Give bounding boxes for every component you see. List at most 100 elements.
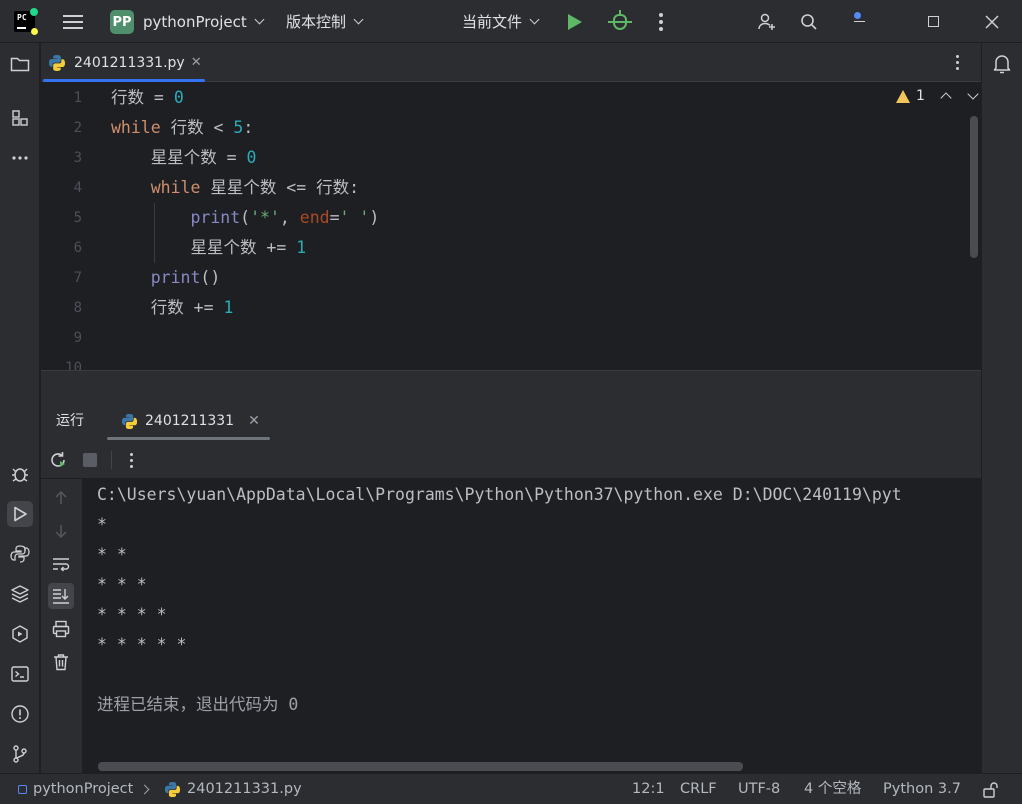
terminal-tool-button[interactable] [7,661,33,687]
indent-setting[interactable]: 4 个空格 [804,774,861,804]
problems-tool-button[interactable] [7,701,33,727]
user-add-icon [758,13,775,30]
run-panel-header: 运行 2401211331 ✕ [41,401,981,441]
console-horizontal-scrollbar[interactable] [98,762,743,771]
run-tab[interactable]: 2401211331 ✕ [107,401,270,441]
window-close-button[interactable] [969,0,1015,43]
breadcrumb-file[interactable]: 2401211331.py [164,774,302,804]
tab-close-icon[interactable]: ✕ [248,413,260,429]
window-maximize-button[interactable] [910,0,956,43]
code-line: 星星个数 += 1 [111,238,307,257]
code-with-me-button[interactable] [757,0,777,43]
line-separator[interactable]: CRLF [680,774,717,804]
python-packages-button[interactable] [7,581,33,607]
console-output[interactable]: C:\Users\yuan\AppData\Local\Programs\Pyt… [82,479,981,773]
search-icon [801,13,817,30]
services-tool-button[interactable] [7,621,33,647]
code-line: 星星个数 = 0 [111,148,257,167]
chevron-down-icon [254,14,265,24]
console-line: * * [97,545,127,564]
printer-icon [52,620,70,638]
run-more-button[interactable] [120,449,142,471]
problems-icon [11,705,29,723]
code-line: print() [150,268,221,287]
caret-position[interactable]: 12:1 [632,774,665,804]
ellipsis-icon [12,156,28,160]
active-tab-indicator [107,437,270,440]
vcs-widget[interactable]: 版本控制 [286,0,364,43]
python-interpreter[interactable]: Python 3.7 [883,774,961,804]
run-button[interactable] [568,0,586,43]
code-line: 行数 += 1 [111,298,234,317]
print-button[interactable] [48,616,74,642]
file-encoding[interactable]: UTF-8 [738,774,780,804]
python-console-button[interactable] [7,541,33,567]
clear-all-button[interactable] [48,649,74,675]
line-number: 4 [73,180,82,196]
editor-tab[interactable]: 2401211331.py ✕ [43,43,205,82]
tab-options-button[interactable] [951,43,963,82]
project-name: pythonProject [143,12,247,31]
run-tool-button[interactable] [7,501,33,527]
rerun-button[interactable] [47,449,69,471]
scroll-up-button[interactable] [48,485,74,511]
python-file-icon [121,413,138,429]
tab-close-icon[interactable]: ✕ [191,55,202,70]
python-file-icon [49,54,65,71]
module-icon [18,785,27,794]
next-highlight-icon[interactable] [967,88,979,100]
structure-icon [12,110,28,126]
scroll-to-end-icon [53,589,69,604]
chevron-right-icon [139,784,150,795]
run-config-selector[interactable]: 当前文件 [462,0,540,43]
structure-tool-button[interactable] [7,105,33,131]
git-tool-button[interactable] [7,741,33,767]
line-number: 9 [73,330,82,346]
breadcrumb-separator [139,774,150,804]
breadcrumb-file-label: 2401211331.py [187,781,302,797]
debug-button[interactable] [608,0,632,43]
search-everywhere-button[interactable] [800,0,818,43]
run-config-label: 当前文件 [462,13,523,31]
line-number: 10 [65,360,82,370]
bell-icon [993,55,1011,74]
debug-tool-button[interactable] [7,461,33,487]
editor-tab-label: 2401211331.py [74,54,185,71]
project-badge-icon[interactable]: PP [110,10,134,34]
python-console-icon [10,545,30,563]
editor-vertical-scrollbar[interactable] [970,116,978,258]
line-number: 3 [73,150,82,166]
run-outline-icon [14,506,27,522]
console-line: * * * * * [97,635,187,654]
soft-wrap-button[interactable] [48,551,74,577]
code-line: print('*', end=' ') [190,208,380,227]
breadcrumb-project-label: pythonProject [33,781,134,797]
code-editor[interactable]: 1 2 3 4 5 6 7 8 9 10 行数 = 0 while 行数 < 5… [41,82,981,370]
inspection-widget[interactable]: 1 [896,88,979,104]
editor-tab-bar: 2401211331.py ✕ [41,43,981,82]
notifications-button[interactable] [992,53,1012,79]
title-bar: PC PP pythonProject 版本控制 当前文件 [0,0,1022,43]
project-tool-button[interactable] [7,51,33,77]
window-minimize-button[interactable] [836,0,882,43]
more-tools-button[interactable] [7,145,33,171]
folder-icon [10,57,30,72]
stop-button[interactable] [79,449,101,471]
pycharm-logo-icon[interactable]: PC [14,8,38,35]
project-widget[interactable]: pythonProject [143,0,265,43]
previous-highlight-icon[interactable] [940,92,952,104]
breadcrumb-project[interactable]: pythonProject [18,774,133,804]
main-menu-button[interactable] [62,0,84,43]
close-icon [985,14,999,29]
more-actions-button[interactable] [655,0,667,43]
scroll-down-button[interactable] [48,518,74,544]
chevron-down-icon [353,14,364,24]
terminal-icon [11,666,29,682]
panel-divider[interactable] [41,370,981,401]
process-exit-message: 进程已结束，退出代码为 0 [97,695,299,714]
stop-icon [83,453,97,467]
scroll-to-end-button[interactable] [48,583,74,609]
read-only-toggle[interactable] [982,774,1000,804]
bug-icon [12,468,28,482]
run-icon [568,13,582,30]
